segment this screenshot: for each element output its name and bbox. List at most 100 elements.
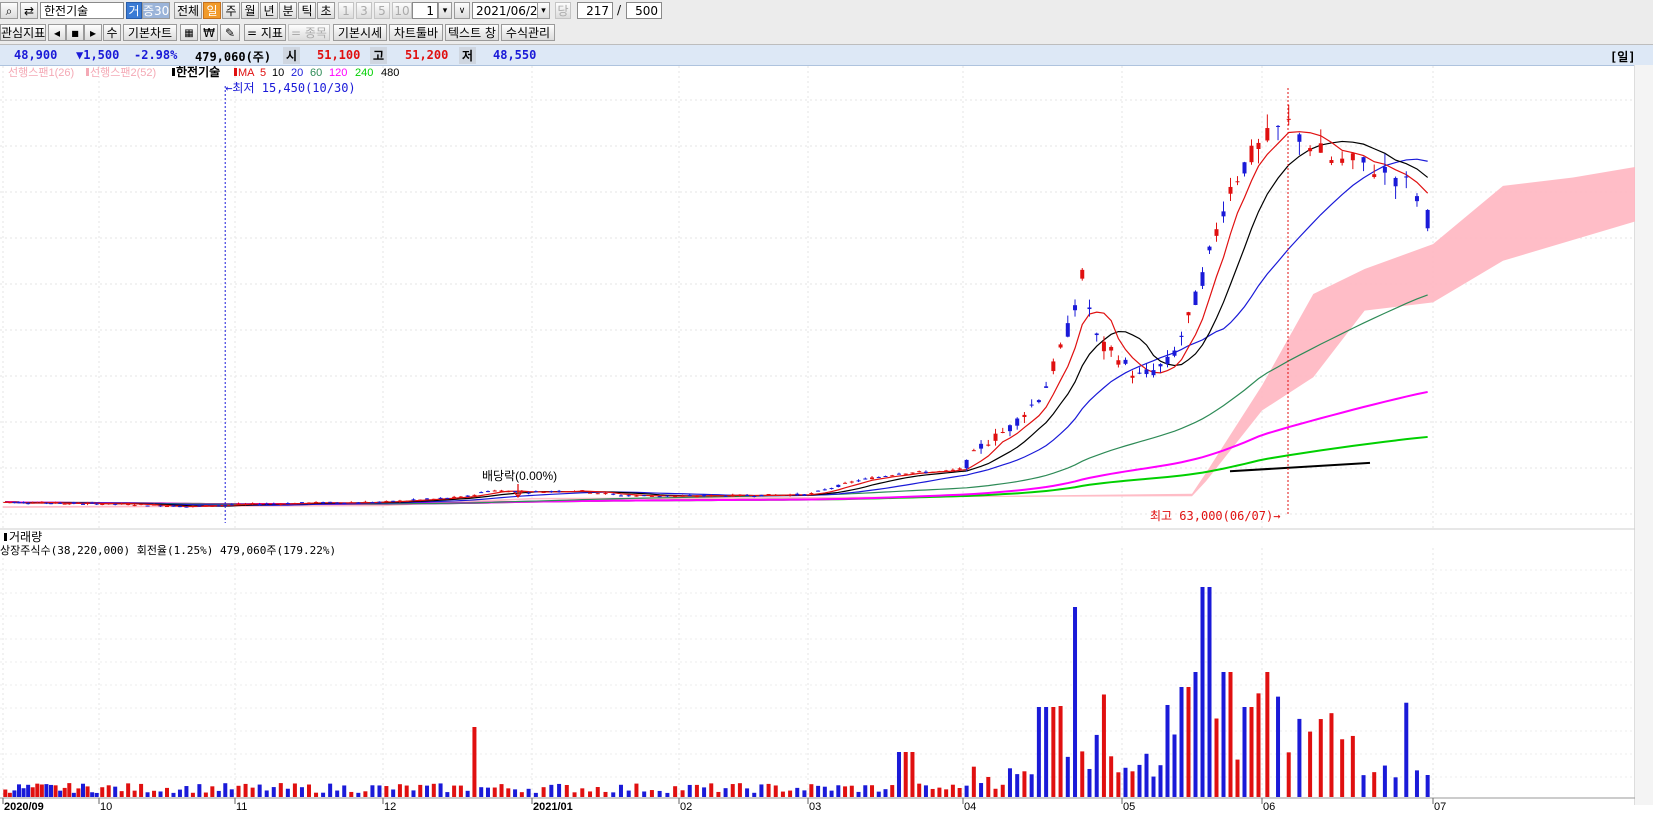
volume-bar[interactable]: [1116, 772, 1121, 797]
volume-bar[interactable]: [687, 784, 692, 797]
volume-bar[interactable]: [1036, 707, 1041, 797]
candle-body[interactable]: [292, 503, 297, 505]
candle-body[interactable]: [370, 502, 375, 504]
period-tab-6[interactable]: 틱: [298, 2, 316, 19]
candle-body[interactable]: [856, 480, 861, 482]
candle-body[interactable]: [1265, 128, 1270, 141]
candle-body[interactable]: [1308, 148, 1313, 152]
volume-bar[interactable]: [113, 786, 118, 797]
volume-bar[interactable]: [171, 792, 176, 797]
candle-body[interactable]: [1297, 134, 1302, 142]
candle-body[interactable]: [264, 503, 269, 505]
candle-body[interactable]: [950, 469, 955, 471]
volume-bar[interactable]: [657, 790, 662, 797]
volume-bar[interactable]: [1404, 702, 1409, 797]
volume-bar[interactable]: [203, 792, 208, 797]
candle-body[interactable]: [1087, 307, 1092, 310]
volume-bar[interactable]: [1137, 764, 1142, 797]
candle-body[interactable]: [870, 477, 875, 480]
candle-body[interactable]: [979, 443, 984, 449]
volume-bar[interactable]: [730, 784, 735, 797]
candle-body[interactable]: [321, 502, 326, 504]
volume-bar[interactable]: [673, 786, 678, 797]
period-tab-5[interactable]: 분: [279, 2, 297, 19]
volume-bar[interactable]: [572, 792, 577, 797]
candle-body[interactable]: [843, 482, 848, 484]
candle-body[interactable]: [809, 493, 814, 495]
candle-body[interactable]: [1214, 229, 1219, 236]
volume-bar[interactable]: [90, 792, 95, 797]
candle-body[interactable]: [533, 491, 538, 493]
volume-bar[interactable]: [1207, 587, 1212, 797]
volume-bar[interactable]: [986, 776, 991, 797]
candle-body[interactable]: [171, 505, 176, 507]
volume-bar[interactable]: [250, 787, 255, 797]
candle-body[interactable]: [673, 496, 678, 498]
candle-body[interactable]: [363, 501, 368, 503]
candle-body[interactable]: [752, 496, 757, 498]
volume-bar[interactable]: [1256, 693, 1261, 797]
volume-bar[interactable]: [1242, 707, 1247, 797]
candle-body[interactable]: [3, 501, 8, 503]
volume-bar[interactable]: [1361, 775, 1366, 797]
candle-body[interactable]: [1094, 333, 1099, 336]
volume-bar[interactable]: [993, 788, 998, 797]
volume-bar[interactable]: [829, 790, 834, 797]
candle-body[interactable]: [250, 503, 255, 505]
volume-bar[interactable]: [1165, 704, 1170, 797]
volume-bar[interactable]: [21, 788, 26, 797]
candle-body[interactable]: [62, 503, 67, 505]
candle-body[interactable]: [730, 494, 735, 497]
volume-bar[interactable]: [937, 787, 942, 797]
candle-body[interactable]: [257, 504, 262, 506]
volume-bar[interactable]: [1265, 672, 1270, 797]
volume-bar[interactable]: [702, 787, 707, 797]
candle-body[interactable]: [26, 503, 31, 505]
candle-body[interactable]: [39, 501, 44, 504]
candle-body[interactable]: [210, 505, 215, 507]
volume-bar[interactable]: [611, 792, 616, 797]
candle-body[interactable]: [145, 505, 150, 507]
volume-bar[interactable]: [809, 784, 814, 797]
candle-body[interactable]: [702, 495, 707, 497]
volume-bar[interactable]: [759, 784, 764, 797]
volume-bar[interactable]: [1214, 718, 1219, 797]
candle-body[interactable]: [445, 497, 450, 499]
candle-body[interactable]: [1249, 145, 1254, 163]
volume-bar[interactable]: [1000, 784, 1005, 797]
interest-indicator-button[interactable]: 관심지표: [0, 24, 46, 41]
volume-bar[interactable]: [649, 790, 654, 797]
tool-button[interactable]: ✎: [220, 24, 240, 41]
volume-bar[interactable]: [44, 784, 49, 797]
candle-body[interactable]: [81, 503, 85, 505]
candle-body[interactable]: [404, 500, 409, 502]
candle-body[interactable]: [1029, 404, 1034, 406]
volume-bar[interactable]: [595, 787, 600, 797]
volume-bar[interactable]: [94, 792, 99, 797]
candle-body[interactable]: [737, 494, 742, 496]
volume-bar[interactable]: [411, 790, 416, 797]
volume-bar[interactable]: [229, 789, 234, 797]
volume-bar[interactable]: [910, 752, 915, 797]
candle-body[interactable]: [67, 503, 72, 505]
volume-bar[interactable]: [3, 789, 8, 797]
candle-body[interactable]: [802, 494, 807, 496]
candle-body[interactable]: [1256, 142, 1261, 149]
volume-bar[interactable]: [335, 790, 340, 797]
volume-bar[interactable]: [1015, 774, 1020, 797]
volume-bar[interactable]: [363, 791, 368, 797]
candle-body[interactable]: [223, 504, 228, 506]
candle-body[interactable]: [216, 505, 221, 507]
period-tab-0[interactable]: 전체: [174, 2, 202, 19]
candle-body[interactable]: [549, 491, 554, 493]
volume-bar[interactable]: [404, 785, 409, 797]
candle-body[interactable]: [314, 501, 319, 504]
volume-bar[interactable]: [85, 786, 90, 797]
candle-body[interactable]: [465, 495, 470, 497]
volume-bar[interactable]: [1080, 751, 1085, 797]
date-dropdown[interactable]: ▾: [537, 2, 550, 19]
candle-body[interactable]: [634, 495, 639, 497]
candle-body[interactable]: [588, 492, 593, 494]
date-chevron-button[interactable]: ∨: [454, 2, 470, 19]
candle-body[interactable]: [17, 502, 21, 504]
